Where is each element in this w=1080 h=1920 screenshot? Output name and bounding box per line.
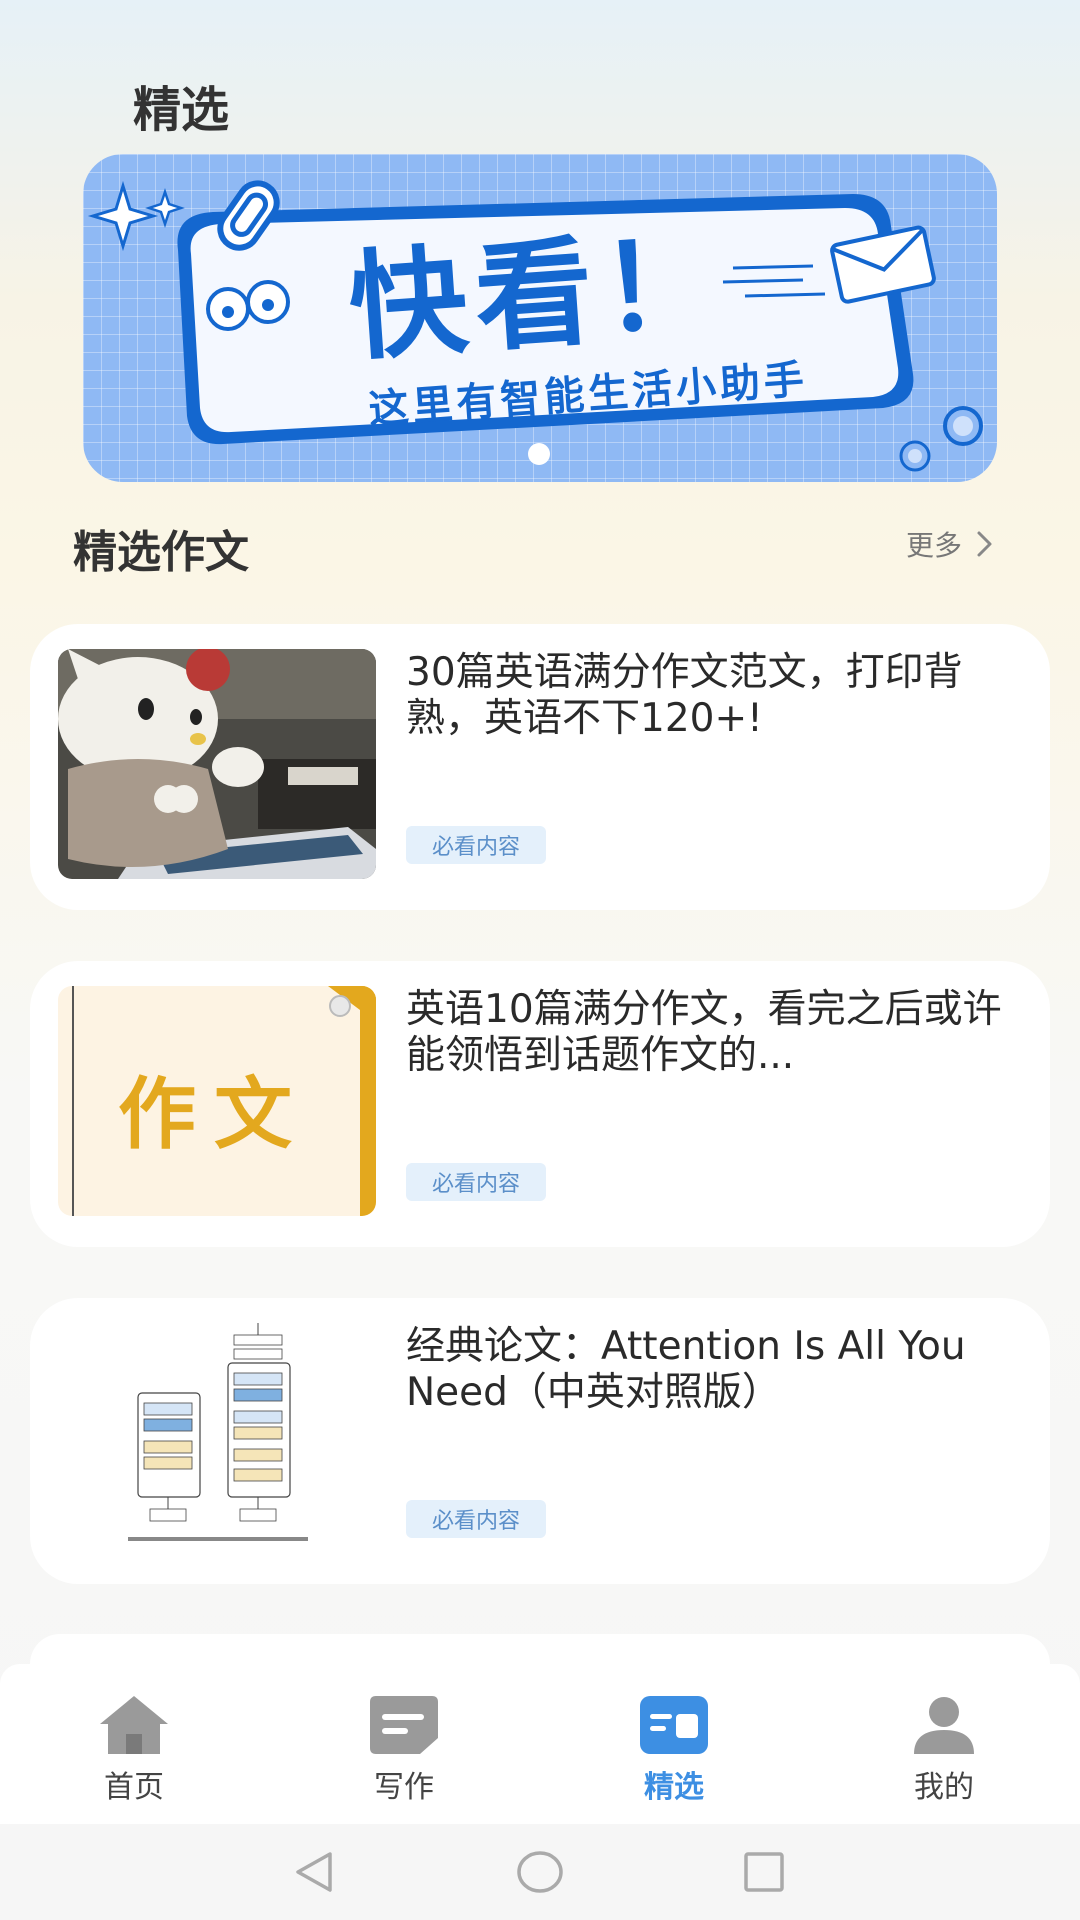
bottom-tab-bar: 首页 写作 精选 我的	[0, 1664, 1080, 1824]
article-title: 30篇英语满分作文范文，打印背熟，英语不下120+!	[406, 650, 963, 741]
tab-home[interactable]: 首页	[54, 1694, 214, 1806]
banner-headline: 快看！	[344, 212, 732, 378]
tab-label: 首页	[104, 1770, 164, 1805]
user-icon	[914, 1697, 974, 1754]
tab-featured[interactable]: 精选	[594, 1694, 754, 1806]
write-icon	[370, 1696, 438, 1754]
thumbnail-text: 作文	[118, 1070, 311, 1160]
tab-profile[interactable]: 我的	[864, 1694, 1024, 1806]
article-thumbnail	[58, 649, 376, 879]
home-circle-icon[interactable]	[516, 1850, 564, 1894]
system-nav-bar	[0, 1824, 1080, 1920]
carousel-indicator	[528, 443, 550, 465]
featured-icon	[640, 1696, 708, 1754]
article-card[interactable]: 30篇英语满分作文范文，打印背熟，英语不下120+! 必看内容	[30, 624, 1050, 910]
article-thumbnail	[58, 1323, 376, 1553]
tab-label: 精选	[644, 1770, 704, 1805]
article-tag: 必看内容	[406, 826, 546, 864]
article-card[interactable]: 作文 英语10篇满分作文，看完之后或许能领悟到话题作文的... 必看内容	[30, 961, 1050, 1247]
chevron-right-icon	[977, 531, 992, 557]
more-label: 更多	[906, 529, 963, 562]
home-icon	[100, 1696, 168, 1754]
article-card[interactable]: 经典论文：Attention Is All You Need（中英对照版） 必看…	[30, 1298, 1050, 1584]
article-thumbnail: 作文	[58, 986, 376, 1216]
tab-label: 写作	[374, 1770, 434, 1805]
promo-banner[interactable]: 快看！ 这里有智能生活小助手	[83, 154, 997, 482]
page-title: 精选	[133, 82, 230, 138]
article-title: 英语10篇满分作文，看完之后或许能领悟到话题作文的...	[406, 987, 1002, 1078]
tab-label: 我的	[914, 1770, 974, 1805]
more-link[interactable]: 更多	[906, 524, 996, 564]
article-tag: 必看内容	[406, 1500, 546, 1538]
section-title: 精选作文	[73, 527, 249, 578]
recents-icon[interactable]	[742, 1850, 786, 1894]
article-title: 经典论文：Attention Is All You Need（中英对照版）	[406, 1324, 966, 1415]
back-icon[interactable]	[292, 1850, 336, 1894]
tab-write[interactable]: 写作	[324, 1694, 484, 1806]
article-tag: 必看内容	[406, 1163, 546, 1201]
